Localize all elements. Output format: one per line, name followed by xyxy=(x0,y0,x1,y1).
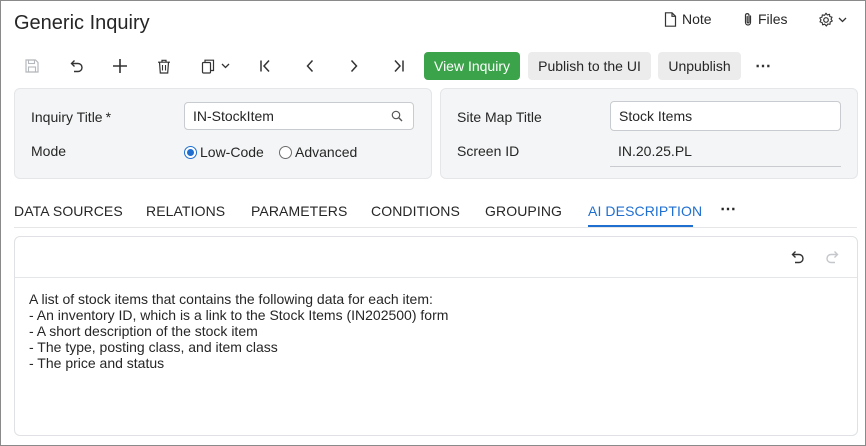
page-title: Generic Inquiry xyxy=(14,12,150,34)
note-label: Note xyxy=(682,11,712,27)
settings-menu-button[interactable] xyxy=(818,12,847,28)
chevron-down-icon xyxy=(221,63,230,69)
tab-conditions[interactable]: CONDITIONS xyxy=(371,203,460,219)
inquiry-title-input[interactable]: IN-StockItem xyxy=(184,102,414,130)
editor-line: A list of stock items that contains the … xyxy=(29,291,433,307)
tab-relations[interactable]: RELATIONS xyxy=(146,203,225,219)
paperclip-icon xyxy=(743,12,753,27)
editor-line: - The type, posting class, and item clas… xyxy=(29,339,278,355)
save-icon xyxy=(25,59,39,73)
search-icon[interactable] xyxy=(391,110,403,122)
view-inquiry-button[interactable]: View Inquiry xyxy=(424,52,520,80)
undo-icon xyxy=(68,59,84,73)
first-record-button[interactable] xyxy=(252,52,280,80)
undo-icon[interactable] xyxy=(789,250,805,264)
delete-button[interactable] xyxy=(150,52,178,80)
last-icon xyxy=(391,59,405,73)
clipboard-icon xyxy=(201,59,215,74)
editor-line: - An inventory ID, which is a link to th… xyxy=(29,307,449,323)
copy-paste-menu-button[interactable] xyxy=(194,52,236,80)
editor-line: - The price and status xyxy=(29,355,165,371)
editor-line: - A short description of the stock item xyxy=(29,323,258,339)
last-record-button[interactable] xyxy=(384,52,412,80)
inquiry-summary-panel: Inquiry Title * IN-StockItem Mode Low-Cod… xyxy=(14,88,432,179)
inquiry-title-label: Inquiry Title * xyxy=(31,109,112,125)
tab-bar: DATA SOURCES RELATIONS PARAMETERS CONDIT… xyxy=(0,196,866,228)
gear-icon xyxy=(818,12,834,28)
tabs-more-button[interactable]: ⋯ xyxy=(720,199,736,219)
files-button[interactable]: Files xyxy=(743,11,788,27)
more-actions-button[interactable]: ⋯ xyxy=(750,52,776,80)
note-button[interactable]: Note xyxy=(664,11,712,27)
site-map-panel: Site Map Title Stock Items Screen ID IN.… xyxy=(440,88,858,179)
site-map-title-label: Site Map Title xyxy=(457,109,542,125)
files-label: Files xyxy=(758,11,788,27)
trash-icon xyxy=(157,59,171,74)
next-record-button[interactable] xyxy=(340,52,368,80)
required-mark: * xyxy=(105,109,112,125)
screen-id-field: IN.20.25.PL xyxy=(610,143,841,167)
inquiry-title-value: IN-StockItem xyxy=(193,108,274,124)
publish-to-ui-button[interactable]: Publish to the UI xyxy=(528,52,651,80)
radio-selected-icon xyxy=(184,145,197,159)
undo-button[interactable] xyxy=(62,52,90,80)
mode-radio-low-code[interactable]: Low-Code xyxy=(184,144,264,160)
screen-id-label: Screen ID xyxy=(457,143,520,159)
tab-data-sources[interactable]: DATA SOURCES xyxy=(14,203,123,219)
editor-toolbar xyxy=(15,237,857,278)
tab-parameters[interactable]: PARAMETERS xyxy=(251,203,347,219)
save-button[interactable] xyxy=(18,52,46,80)
radio-unselected-icon xyxy=(279,145,292,159)
first-icon xyxy=(259,59,273,73)
mode-option-label: Advanced xyxy=(295,144,358,160)
chevron-left-icon xyxy=(305,59,315,73)
mode-label: Mode xyxy=(31,143,67,159)
mode-option-label: Low-Code xyxy=(200,144,264,160)
active-tab-indicator xyxy=(588,225,693,227)
plus-icon xyxy=(112,58,128,74)
site-map-title-input[interactable]: Stock Items xyxy=(610,101,841,131)
tab-divider xyxy=(14,227,857,228)
note-icon xyxy=(664,11,677,27)
add-button[interactable] xyxy=(106,52,134,80)
chevron-down-icon xyxy=(838,17,847,23)
ai-description-editor[interactable]: A list of stock items that contains the … xyxy=(14,236,858,436)
redo-icon[interactable] xyxy=(825,250,841,264)
site-map-title-value: Stock Items xyxy=(619,108,693,124)
mode-radio-advanced[interactable]: Advanced xyxy=(279,144,357,160)
screen-id-value: IN.20.25.PL xyxy=(618,143,692,159)
editor-content[interactable]: A list of stock items that contains the … xyxy=(29,291,448,371)
unpublish-button[interactable]: Unpublish xyxy=(658,52,741,80)
previous-record-button[interactable] xyxy=(296,52,324,80)
tab-ai-description[interactable]: AI DESCRIPTION xyxy=(588,203,702,219)
tab-grouping[interactable]: GROUPING xyxy=(485,203,562,219)
chevron-right-icon xyxy=(349,59,359,73)
